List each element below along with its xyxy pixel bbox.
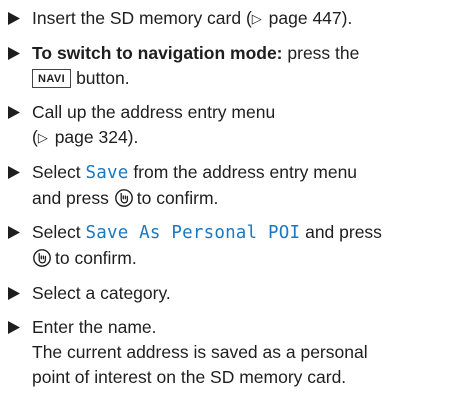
rotary-controller-press-icon	[114, 188, 133, 207]
step-select-category: Select a category.	[6, 281, 454, 306]
rotary-controller-press-icon	[33, 249, 51, 267]
menu-item-save: Save	[85, 162, 129, 183]
step-enter-name: Enter the name. The current address is s…	[6, 315, 454, 390]
result-text: The current address is saved as a person…	[32, 342, 368, 362]
bullet-triangle-icon	[8, 6, 24, 31]
step-address-entry-menu: Call up the address entry menu (▷ page 3…	[6, 100, 454, 150]
menu-item-save-as-personal-poi: Save As Personal POI	[85, 223, 301, 243]
page-reference: page 447).	[263, 8, 353, 28]
step-select-save: Select Save from the address entry menu …	[6, 160, 454, 211]
step-text: Select	[32, 222, 86, 242]
step-text: to confirm.	[55, 248, 137, 268]
bullet-triangle-icon	[8, 220, 24, 245]
bullet-triangle-icon	[8, 41, 24, 66]
step-text: from the address entry menu	[128, 161, 358, 182]
instruction-page: Insert the SD memory card (▷ page 447). …	[0, 0, 462, 418]
navi-key-label: NAVI	[32, 68, 72, 88]
step-text: and press	[300, 222, 382, 242]
step-text: Select	[32, 161, 86, 182]
page-reference: page 324).	[49, 127, 139, 147]
step-text: Select a category.	[32, 282, 171, 303]
page-ref-arrow-icon: ▷	[251, 11, 262, 26]
step-text: to confirm.	[136, 187, 219, 208]
step-text: button.	[76, 67, 130, 88]
step-text: press the	[282, 42, 360, 63]
step-insert-sd-card: Insert the SD memory card (▷ page 447).	[6, 6, 454, 31]
bullet-triangle-icon	[8, 160, 24, 185]
result-text: point of interest on the SD memory card.	[32, 367, 347, 387]
page-ref-arrow-icon: ▷	[37, 130, 48, 145]
step-text: Insert the SD memory card (	[32, 8, 252, 28]
bullet-triangle-icon	[8, 100, 24, 125]
step-text: Call up the address entry menu	[32, 102, 276, 122]
step-text: and press	[32, 187, 109, 208]
step-save-as-poi: Select Save As Personal POI and press to…	[6, 220, 454, 271]
step-switch-navigation: To switch to navigation mode: press the …	[6, 41, 454, 91]
bullet-triangle-icon	[8, 315, 24, 340]
step-text: Enter the name.	[32, 317, 157, 337]
step-heading: To switch to navigation mode:	[32, 42, 283, 63]
bullet-triangle-icon	[8, 281, 24, 306]
